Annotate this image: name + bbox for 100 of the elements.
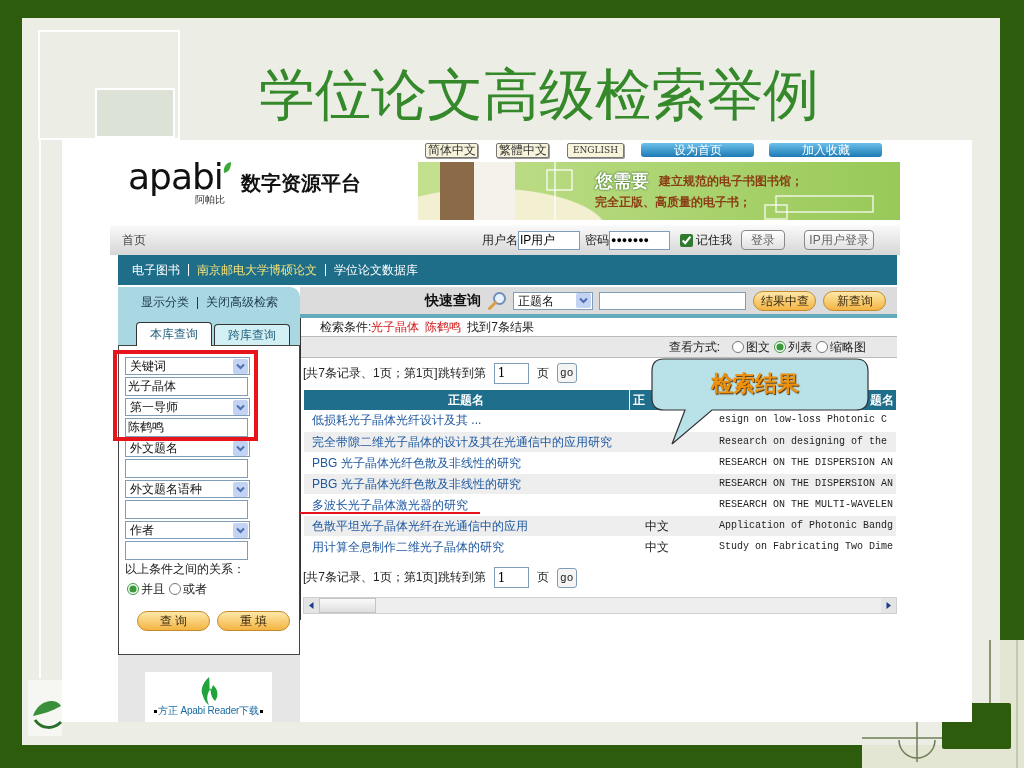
search-tab[interactable]: 本库查询 bbox=[136, 322, 212, 346]
frame-outline-drawing bbox=[543, 162, 575, 220]
scroll-thumb[interactable] bbox=[319, 597, 376, 613]
site-name: 数字资源平台 bbox=[240, 170, 361, 195]
pager-summary: [共7条记录、1页；第1页]跳转到第 bbox=[303, 365, 486, 381]
chevron-down-icon bbox=[233, 481, 248, 497]
title-link[interactable]: 多波长光子晶体激光器的研究 bbox=[312, 497, 468, 512]
radio-label[interactable]: 图文 bbox=[746, 339, 770, 355]
breadcrumb-link[interactable]: 电子图书 bbox=[132, 262, 180, 278]
logo-subtitle: 阿帕比 bbox=[194, 194, 225, 205]
english-title-text: Research on designing of the bbox=[719, 435, 888, 447]
title-link[interactable]: PBG 光子晶体光纤色散及非线性的研究 bbox=[312, 455, 521, 470]
search-input[interactable] bbox=[125, 459, 248, 478]
search-tab[interactable]: 跨库查询 bbox=[214, 324, 290, 345]
field-dropdown[interactable]: 正题名 bbox=[513, 291, 593, 310]
radio-label[interactable]: 并且 bbox=[141, 581, 165, 597]
language-link[interactable]: 简体中文 bbox=[425, 143, 478, 158]
title-link[interactable]: 色散平坦光子晶体光纤在光通信中的应用 bbox=[312, 518, 528, 533]
language-link[interactable]: ENGLISH bbox=[567, 143, 624, 158]
horizontal-scrollbar[interactable] bbox=[303, 596, 897, 614]
download-banner[interactable]: 方正 Apabi Reader下载 bbox=[145, 672, 272, 722]
selection-handle-icon bbox=[259, 709, 263, 713]
chevron-down-icon bbox=[576, 293, 591, 308]
search-input[interactable]: 陈鹤鸣 bbox=[125, 418, 248, 437]
form-button[interactable]: 重 填 bbox=[217, 611, 290, 631]
page-unit-label: 页 bbox=[536, 570, 549, 585]
callout-text: 检索结果 bbox=[711, 371, 799, 397]
column-header: 正题名 bbox=[448, 393, 485, 407]
radio-button[interactable] bbox=[732, 341, 744, 353]
title-link[interactable]: 低损耗光子晶体光纤设计及其 ... bbox=[312, 413, 482, 428]
field-dropdown[interactable]: 关键词 bbox=[125, 357, 250, 375]
username-field[interactable]: IP用户 bbox=[518, 230, 580, 250]
language-link[interactable]: 繁體中文 bbox=[496, 143, 549, 158]
password-label: 密码 bbox=[585, 232, 609, 248]
view-mode-label: 查看方式: bbox=[668, 339, 720, 355]
password-field[interactable]: ●●●●●●● bbox=[609, 230, 670, 250]
banner-text: 完全正版、高质量的电子书； bbox=[595, 195, 751, 209]
english-title-text: RESEARCH ON THE DISPERSION AN bbox=[719, 456, 894, 468]
pager-summary: [共7条记录、1页；第1页]跳转到第 bbox=[303, 570, 486, 585]
search-field[interactable] bbox=[599, 291, 746, 310]
login-button[interactable]: IP用户登录 bbox=[804, 230, 874, 250]
search-input[interactable]: 光子晶体 bbox=[125, 377, 248, 396]
leaf-logo-icon bbox=[28, 680, 62, 736]
radio-label[interactable]: 缩略图 bbox=[830, 339, 866, 355]
field-dropdown[interactable]: 第一导师 bbox=[125, 398, 250, 416]
remember-label[interactable]: 记住我 bbox=[696, 232, 732, 248]
remember-checkbox[interactable] bbox=[680, 233, 693, 247]
radio-label[interactable]: 或者 bbox=[183, 581, 207, 597]
search-term: 光子晶体 bbox=[371, 319, 420, 336]
radio-button[interactable] bbox=[816, 341, 828, 353]
scroll-right-icon bbox=[881, 597, 896, 613]
english-title-text: RESEARCH ON THE MULTI-WAVELEN bbox=[719, 498, 894, 510]
field-dropdown[interactable]: 外文题名语种 bbox=[125, 480, 250, 498]
chevron-down-icon bbox=[233, 399, 248, 415]
column-header: 正 bbox=[632, 393, 645, 407]
search-button[interactable]: 新查询 bbox=[823, 290, 886, 311]
download-link[interactable]: 方正 Apabi Reader下载 bbox=[158, 705, 259, 717]
search-input[interactable] bbox=[125, 500, 248, 519]
go-button[interactable]: go bbox=[556, 567, 577, 588]
banner-text: 建立规范的电子书图书馆； bbox=[659, 174, 803, 188]
column-header: 题名 bbox=[869, 393, 894, 407]
language-text: 中文 bbox=[645, 539, 669, 554]
english-title-text: Application of Photonic Bandg bbox=[719, 519, 894, 531]
search-term: 陈鹤鸣 bbox=[425, 319, 462, 336]
home-link[interactable]: 首页 bbox=[122, 232, 146, 248]
title-link[interactable]: 完全带隙二维光子晶体的设计及其在光通信中的应用研究 bbox=[312, 434, 612, 449]
language-text: 中文 bbox=[645, 518, 669, 533]
page-unit-label: 页 bbox=[536, 365, 549, 381]
login-button[interactable]: 登录 bbox=[741, 230, 785, 250]
breadcrumb-link[interactable]: 学位论文数据库 bbox=[334, 262, 418, 278]
field-dropdown[interactable]: 作者 bbox=[125, 521, 250, 539]
english-title-text: esign on low-loss Photonic C bbox=[719, 414, 888, 426]
panel-link[interactable]: 关闭高级检索 bbox=[205, 295, 278, 310]
scroll-left-icon bbox=[304, 597, 319, 613]
search-button[interactable]: 结果中查 bbox=[753, 290, 816, 311]
leaf-icon bbox=[222, 162, 231, 173]
radio-label[interactable]: 列表 bbox=[788, 339, 812, 355]
breadcrumb-link[interactable]: 南京邮电大学博硕论文 bbox=[197, 262, 317, 278]
username-label: 用户名 bbox=[482, 232, 518, 248]
go-button[interactable]: go bbox=[556, 363, 577, 383]
quick-search-label: 快速查询 bbox=[425, 292, 481, 309]
logo-wordmark: apabi bbox=[128, 160, 223, 194]
title-link[interactable]: PBG 光子晶体光纤色散及非线性的研究 bbox=[312, 476, 521, 491]
radio-button[interactable] bbox=[774, 341, 786, 353]
form-button[interactable]: 查 询 bbox=[137, 611, 210, 631]
criteria-label: 检索条件: bbox=[320, 319, 372, 336]
radio-button[interactable] bbox=[169, 583, 181, 595]
chevron-down-icon bbox=[233, 358, 248, 374]
search-icon bbox=[487, 290, 507, 311]
banner-headline: 您需要 bbox=[595, 171, 649, 191]
title-link[interactable]: 用计算全息制作二维光子晶体的研究 bbox=[312, 539, 504, 554]
search-input[interactable] bbox=[125, 541, 248, 560]
relation-label: 以上条件之间的关系： bbox=[125, 562, 246, 576]
result-count: 找到7条结果 bbox=[467, 319, 535, 336]
page-field[interactable]: 1 bbox=[493, 567, 529, 588]
page-field[interactable]: 1 bbox=[493, 362, 529, 384]
panel-link[interactable]: 显示分类 bbox=[140, 295, 189, 310]
radio-button[interactable] bbox=[127, 583, 139, 595]
english-title-text: RESEARCH ON THE DISPERSION AN bbox=[719, 477, 894, 489]
slide-title: 学位论文高级检索举例 bbox=[259, 65, 819, 125]
